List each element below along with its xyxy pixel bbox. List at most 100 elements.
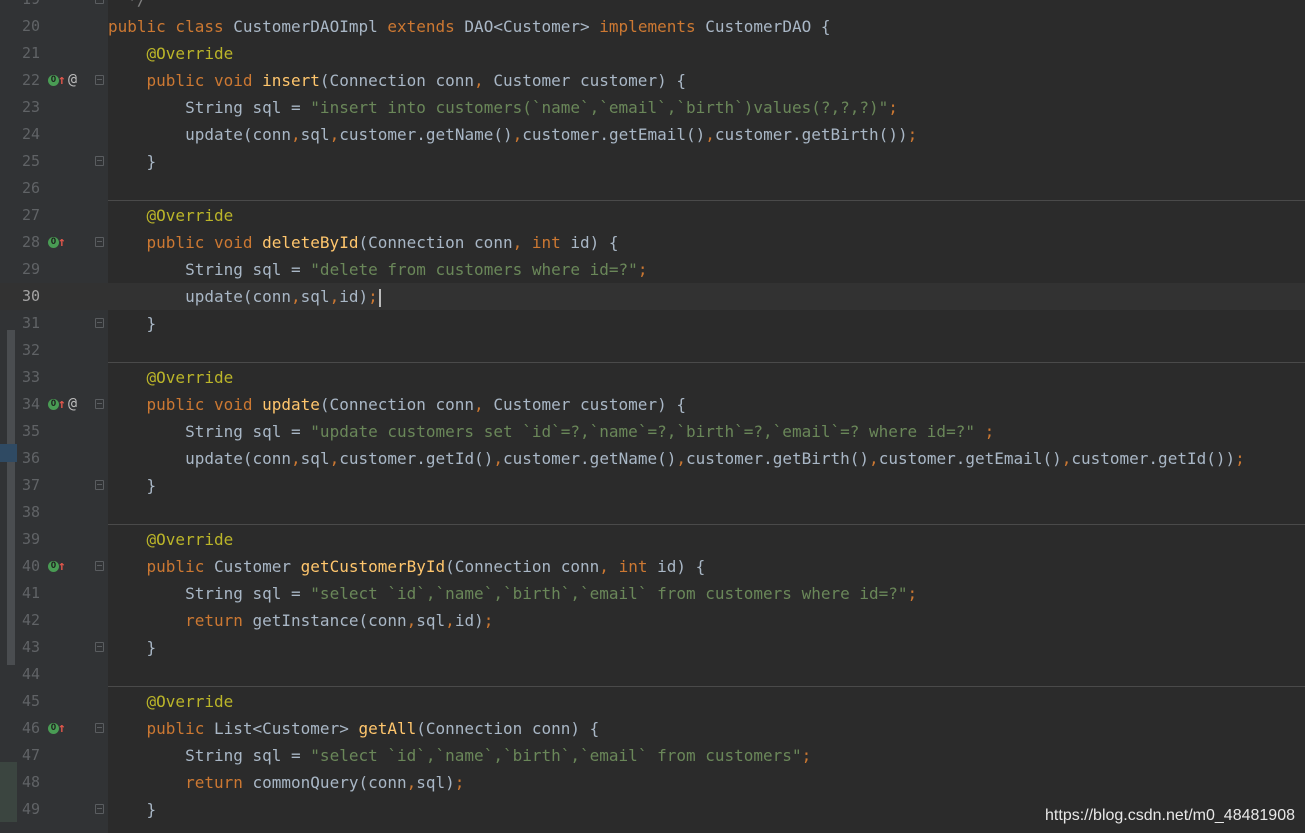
line-number[interactable]: 39	[17, 526, 50, 553]
line-number[interactable]: 32	[17, 337, 50, 364]
code-text[interactable]: @Override	[108, 202, 234, 229]
code-line[interactable]: 32	[0, 337, 1305, 364]
code-line[interactable]: 26	[0, 175, 1305, 202]
code-text[interactable]: String sql = "delete from customers wher…	[108, 256, 647, 283]
annotation-at-icon[interactable]: @	[68, 72, 77, 87]
code-line[interactable]: 24 update(conn,sql,customer.getName(),cu…	[0, 121, 1305, 148]
code-text[interactable]: }	[108, 634, 157, 661]
line-number[interactable]: 46	[17, 715, 50, 742]
code-line[interactable]: 48 return commonQuery(conn,sql);	[0, 769, 1305, 796]
code-text[interactable]: @Override	[108, 40, 234, 67]
code-text[interactable]: @Override	[108, 526, 234, 553]
fold-toggle-icon[interactable]	[95, 318, 104, 328]
code-line[interactable]: 41 String sql = "select `id`,`name`,`bir…	[0, 580, 1305, 607]
fold-toggle-icon[interactable]	[95, 399, 104, 409]
code-text[interactable]: }	[108, 472, 157, 499]
line-number[interactable]: 23	[17, 94, 50, 121]
code-line[interactable]: 43 }	[0, 634, 1305, 661]
line-number[interactable]: 20	[17, 13, 50, 40]
fold-toggle-icon[interactable]	[95, 642, 104, 652]
code-line[interactable]: 39 @Override	[0, 526, 1305, 553]
code-text[interactable]: @Override	[108, 364, 234, 391]
code-line[interactable]: 44	[0, 661, 1305, 688]
code-line[interactable]: 30 update(conn,sql,id);	[0, 283, 1305, 310]
code-line[interactable]: 47 String sql = "select `id`,`name`,`bir…	[0, 742, 1305, 769]
code-line[interactable]: 35 String sql = "update customers set `i…	[0, 418, 1305, 445]
code-line[interactable]: 37 }	[0, 472, 1305, 499]
code-line[interactable]: 33 @Override	[0, 364, 1305, 391]
code-text[interactable]: }	[108, 310, 157, 337]
code-line[interactable]: 28 O ↑ public void deleteById(Connection c…	[0, 229, 1305, 256]
code-line[interactable]: 45 @Override	[0, 688, 1305, 715]
code-text[interactable]: String sql = "select `id`,`name`,`birth`…	[108, 580, 917, 607]
line-number[interactable]: 33	[17, 364, 50, 391]
line-number[interactable]: 19	[17, 0, 50, 13]
line-number[interactable]: 30	[17, 283, 50, 310]
fold-toggle-icon[interactable]	[95, 561, 104, 571]
line-number[interactable]: 37	[17, 472, 50, 499]
line-number[interactable]: 27	[17, 202, 50, 229]
code-text[interactable]: }	[108, 148, 157, 175]
line-number[interactable]: 36	[17, 445, 50, 472]
code-line[interactable]: 21 @Override	[0, 40, 1305, 67]
code-line[interactable]: 34 O ↑ @ public void update(Connection conn…	[0, 391, 1305, 418]
code-line[interactable]: 23 String sql = "insert into customers(`…	[0, 94, 1305, 121]
code-text[interactable]: public void deleteById(Connection conn, …	[108, 229, 619, 256]
code-line[interactable]: 38	[0, 499, 1305, 526]
code-text[interactable]: String sql = "update customers set `id`=…	[108, 418, 994, 445]
code-text[interactable]: String sql = "select `id`,`name`,`birth`…	[108, 742, 811, 769]
code-text[interactable]: */	[108, 0, 146, 13]
code-text[interactable]: }	[108, 796, 157, 823]
code-line[interactable]: 42 return getInstance(conn,sql,id);	[0, 607, 1305, 634]
code-text[interactable]: update(conn,sql,id);	[108, 283, 381, 310]
code-line[interactable]: 27 @Override	[0, 202, 1305, 229]
line-number[interactable]: 42	[17, 607, 50, 634]
line-number[interactable]: 24	[17, 121, 50, 148]
code-editor[interactable]: 19 */20public class CustomerDAOImpl exte…	[0, 0, 1305, 833]
line-number[interactable]: 31	[17, 310, 50, 337]
annotation-at-icon[interactable]: @	[68, 396, 77, 411]
code-line[interactable]: 20 public class CustomerDAOImpl extends D…	[0, 13, 1305, 40]
fold-toggle-icon[interactable]	[95, 75, 104, 85]
code-line[interactable]: 46 O ↑ public List<Customer> getAll(Connec…	[0, 715, 1305, 742]
code-line[interactable]: 19 */	[0, 0, 1305, 13]
fold-toggle-icon[interactable]	[95, 0, 104, 4]
fold-toggle-icon[interactable]	[95, 237, 104, 247]
code-text[interactable]: return commonQuery(conn,sql);	[108, 769, 464, 796]
code-text[interactable]: return getInstance(conn,sql,id);	[108, 607, 493, 634]
code-line[interactable]: 40 O ↑ public Customer getCustomerById(Con…	[0, 553, 1305, 580]
fold-toggle-icon[interactable]	[95, 804, 104, 814]
fold-toggle-icon[interactable]	[95, 480, 104, 490]
line-number[interactable]: 41	[17, 580, 50, 607]
code-text[interactable]: public class CustomerDAOImpl extends DAO…	[108, 13, 830, 40]
arrow-up-icon[interactable]: ↑	[58, 721, 66, 736]
line-number[interactable]: 48	[17, 769, 50, 796]
line-number[interactable]: 28	[17, 229, 50, 256]
code-text[interactable]: String sql = "insert into customers(`nam…	[108, 94, 898, 121]
line-number[interactable]: 45	[17, 688, 50, 715]
code-text[interactable]: @Override	[108, 688, 234, 715]
line-number[interactable]: 21	[17, 40, 50, 67]
line-number[interactable]: 29	[17, 256, 50, 283]
line-number[interactable]: 44	[17, 661, 50, 688]
line-number[interactable]: 43	[17, 634, 50, 661]
code-line[interactable]: 29 String sql = "delete from customers w…	[0, 256, 1305, 283]
line-number[interactable]: 26	[17, 175, 50, 202]
fold-toggle-icon[interactable]	[95, 156, 104, 166]
code-line[interactable]: 31 }	[0, 310, 1305, 337]
arrow-up-icon[interactable]: ↑	[58, 73, 66, 88]
code-text[interactable]: public void insert(Connection conn, Cust…	[108, 67, 686, 94]
arrow-up-icon[interactable]: ↑	[58, 559, 66, 574]
code-text[interactable]: public List<Customer> getAll(Connection …	[108, 715, 600, 742]
line-number[interactable]: 40	[17, 553, 50, 580]
arrow-up-icon[interactable]: ↑	[58, 235, 66, 250]
fold-toggle-icon[interactable]	[95, 723, 104, 733]
code-line[interactable]: 36 update(conn,sql,customer.getId(),cust…	[0, 445, 1305, 472]
arrow-up-icon[interactable]: ↑	[58, 397, 66, 412]
code-text[interactable]: public Customer getCustomerById(Connecti…	[108, 553, 706, 580]
code-text[interactable]: public void update(Connection conn, Cust…	[108, 391, 686, 418]
code-text[interactable]: update(conn,sql,customer.getId(),custome…	[108, 445, 1245, 472]
line-number[interactable]: 22	[17, 67, 50, 94]
line-number[interactable]: 35	[17, 418, 50, 445]
code-line[interactable]: 22 O ↑ @ public void insert(Connection conn…	[0, 67, 1305, 94]
